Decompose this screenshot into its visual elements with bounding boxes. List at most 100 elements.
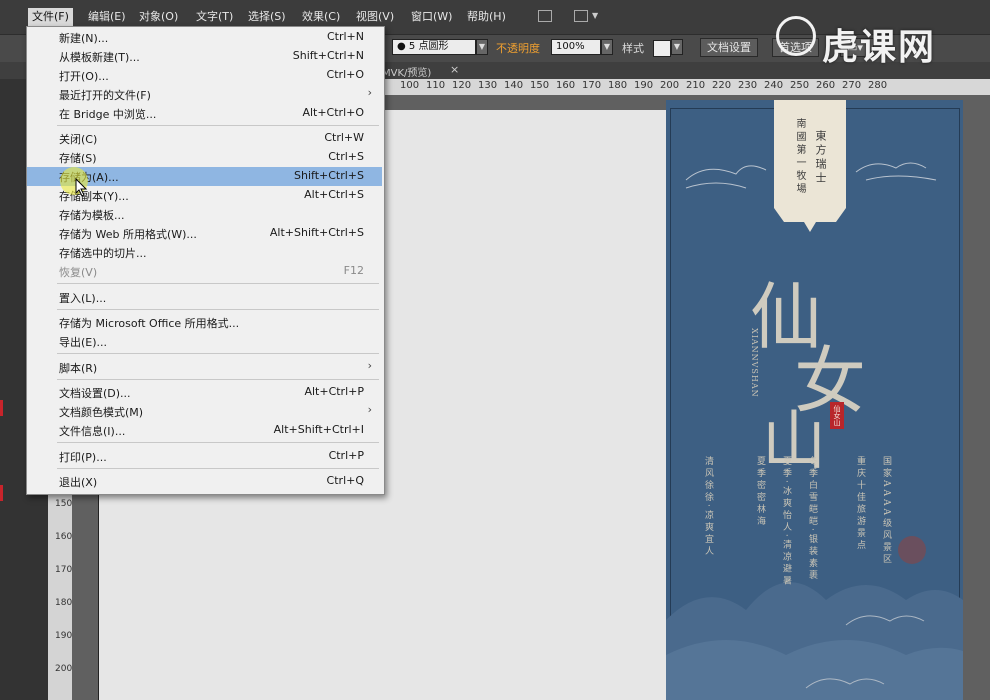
menu-item-document-setup[interactable]: 文档设置(D)... Alt+Ctrl+P	[27, 383, 382, 402]
menu-separator	[57, 283, 379, 284]
document-setup-button[interactable]: 文档设置	[700, 38, 758, 57]
menu-item-shortcut: Shift+Ctrl+S	[294, 169, 364, 182]
menu-item-close[interactable]: 关闭(C) Ctrl+W	[27, 129, 382, 148]
menu-item-shortcut: Alt+Ctrl+S	[304, 188, 364, 201]
brush-definition-select[interactable]: ● 5 点圆形	[392, 39, 476, 55]
ruler-label: 230	[738, 80, 758, 91]
menu-item-label: 最近打开的文件(F)	[59, 89, 151, 102]
menu-item-save-for-web[interactable]: 存储为 Web 所用格式(W)... Alt+Shift+Ctrl+S	[27, 224, 382, 243]
menu-item-label: 置入(L)...	[59, 292, 107, 305]
poster-column-2: 重庆十佳旅游景点	[855, 456, 865, 552]
poster-column-5: 夏季密密林海	[755, 456, 765, 528]
menu-item-file-info[interactable]: 文件信息(I)... Alt+Shift+Ctrl+I	[27, 421, 382, 440]
menu-item-label: 导出(E)...	[59, 336, 108, 349]
menu-item-export[interactable]: 导出(E)...	[27, 332, 382, 351]
menu-item-label: 存储选中的切片...	[59, 247, 147, 260]
chevron-down-icon: ▼	[592, 11, 599, 20]
poster-column-3: 冬季白雪皑皑·银装素裹	[807, 456, 817, 582]
menu-item-save-for-office[interactable]: 存储为 Microsoft Office 所用格式...	[27, 313, 382, 332]
menu-item-label: 退出(X)	[59, 476, 98, 489]
tool-indicator	[0, 400, 3, 416]
poster-seal: 仙女山	[830, 402, 844, 429]
menu-effect[interactable]: 效果(C)	[298, 9, 344, 25]
ruler-label: 270	[842, 80, 862, 91]
menu-item-label: 从模板新建(T)...	[59, 51, 140, 64]
menu-item-browse-in-bridge[interactable]: 在 Bridge 中浏览... Alt+Ctrl+O	[27, 104, 382, 123]
menu-item-label: 文档设置(D)...	[59, 387, 131, 400]
menu-item-shortcut: Ctrl+O	[326, 68, 364, 81]
ruler-label: 210	[686, 80, 706, 91]
menu-item-save-as-template[interactable]: 存储为模板...	[27, 205, 382, 224]
ruler-label: 190	[634, 80, 654, 91]
bridge-icon[interactable]	[538, 10, 552, 22]
brush-dropdown-arrow[interactable]: ▼	[476, 39, 488, 55]
menu-item-label: 存储为模板...	[59, 209, 125, 222]
menu-file[interactable]: 文件(F)	[28, 8, 73, 26]
menu-item-revert[interactable]: 恢复(V) F12	[27, 262, 382, 281]
menu-item-place[interactable]: 置入(L)...	[27, 288, 382, 307]
ruler-label: 220	[712, 80, 732, 91]
ruler-label: 260	[816, 80, 836, 91]
ruler-label: 110	[426, 80, 446, 91]
style-label: 样式	[622, 42, 644, 55]
menu-item-shortcut: Alt+Shift+Ctrl+S	[269, 226, 364, 239]
menu-item-shortcut: Ctrl+P	[328, 449, 364, 462]
menu-separator	[57, 468, 379, 469]
menu-select[interactable]: 选择(S)	[244, 9, 290, 25]
ruler-label: 160	[556, 80, 576, 91]
menu-item-save-selected-slices[interactable]: 存储选中的切片...	[27, 243, 382, 262]
poster-label-left: 南國第一牧場	[794, 118, 805, 196]
menu-item-new[interactable]: 新建(N)... Ctrl+N	[27, 28, 382, 47]
opacity-dropdown-arrow[interactable]: ▼	[601, 39, 613, 55]
close-tab-icon[interactable]: ×	[450, 63, 459, 76]
opacity-input[interactable]: 100%	[551, 39, 601, 55]
menu-item-shortcut: Alt+Ctrl+O	[302, 106, 364, 119]
menu-item-print[interactable]: 打印(P)... Ctrl+P	[27, 447, 382, 466]
arrange-documents-icon[interactable]	[574, 10, 588, 22]
ruler-label: 170	[582, 80, 602, 91]
ruler-label: 150	[530, 80, 550, 91]
menu-edit[interactable]: 编辑(E)	[84, 9, 130, 25]
style-swatch[interactable]	[653, 40, 671, 57]
mouse-cursor-icon	[75, 178, 88, 197]
menu-item-open[interactable]: 打开(O)... Ctrl+O	[27, 66, 382, 85]
menu-item-label: 存储(S)	[59, 152, 97, 165]
ruler-label: 250	[790, 80, 810, 91]
menu-item-new-from-template[interactable]: 从模板新建(T)... Shift+Ctrl+N	[27, 47, 382, 66]
menu-item-exit[interactable]: 退出(X) Ctrl+Q	[27, 472, 382, 491]
menu-separator	[57, 353, 379, 354]
menu-item-open-recent[interactable]: 最近打开的文件(F) ›	[27, 85, 382, 104]
menu-object[interactable]: 对象(O)	[135, 9, 182, 25]
menu-type[interactable]: 文字(T)	[192, 9, 237, 25]
ruler-label: 160	[55, 532, 73, 542]
menu-separator	[57, 442, 379, 443]
menu-item-scripts[interactable]: 脚本(R) ›	[27, 358, 382, 377]
menu-item-label: 恢复(V)	[59, 266, 98, 279]
menu-item-label: 存储为 Microsoft Office 所用格式...	[59, 317, 240, 330]
poster-artwork[interactable]: 南國第一牧場 東方瑞士 仙 女 山 XIANNVSHAN 仙女山 国家AAAA级…	[666, 100, 963, 700]
menu-separator	[57, 125, 379, 126]
menu-help[interactable]: 帮助(H)	[463, 9, 510, 25]
poster-column-6: 清风徐徐·凉爽宜人	[703, 456, 713, 558]
ruler-label: 200	[55, 664, 73, 674]
menu-window[interactable]: 窗口(W)	[407, 9, 456, 25]
menu-item-label: 脚本(R)	[59, 362, 98, 375]
watermark-logo-icon	[776, 16, 816, 56]
brush-value: 5 点圆形	[408, 41, 449, 52]
menu-item-shortcut: Ctrl+W	[324, 131, 364, 144]
document-tab[interactable]: MVK/预览)	[382, 64, 431, 79]
menu-item-label: 文档颜色模式(M)	[59, 406, 144, 419]
style-dropdown-arrow[interactable]: ▼	[671, 39, 683, 55]
menu-item-document-color-mode[interactable]: 文档颜色模式(M) ›	[27, 402, 382, 421]
menu-view[interactable]: 视图(V)	[352, 9, 398, 25]
menu-item-label: 在 Bridge 中浏览...	[59, 108, 157, 121]
menu-item-shortcut: Alt+Shift+Ctrl+I	[273, 423, 364, 436]
tool-indicator	[0, 485, 3, 501]
poster-column-1: 国家AAAA级风景区	[881, 456, 891, 566]
menu-item-shortcut: Alt+Ctrl+P	[304, 385, 364, 398]
chevron-right-icon: ›	[367, 86, 372, 99]
menu-item-save[interactable]: 存储(S) Ctrl+S	[27, 148, 382, 167]
menu-item-label: 打开(O)...	[59, 70, 109, 83]
opacity-label[interactable]: 不透明度	[496, 40, 540, 56]
menu-item-label: 文件信息(I)...	[59, 425, 126, 438]
